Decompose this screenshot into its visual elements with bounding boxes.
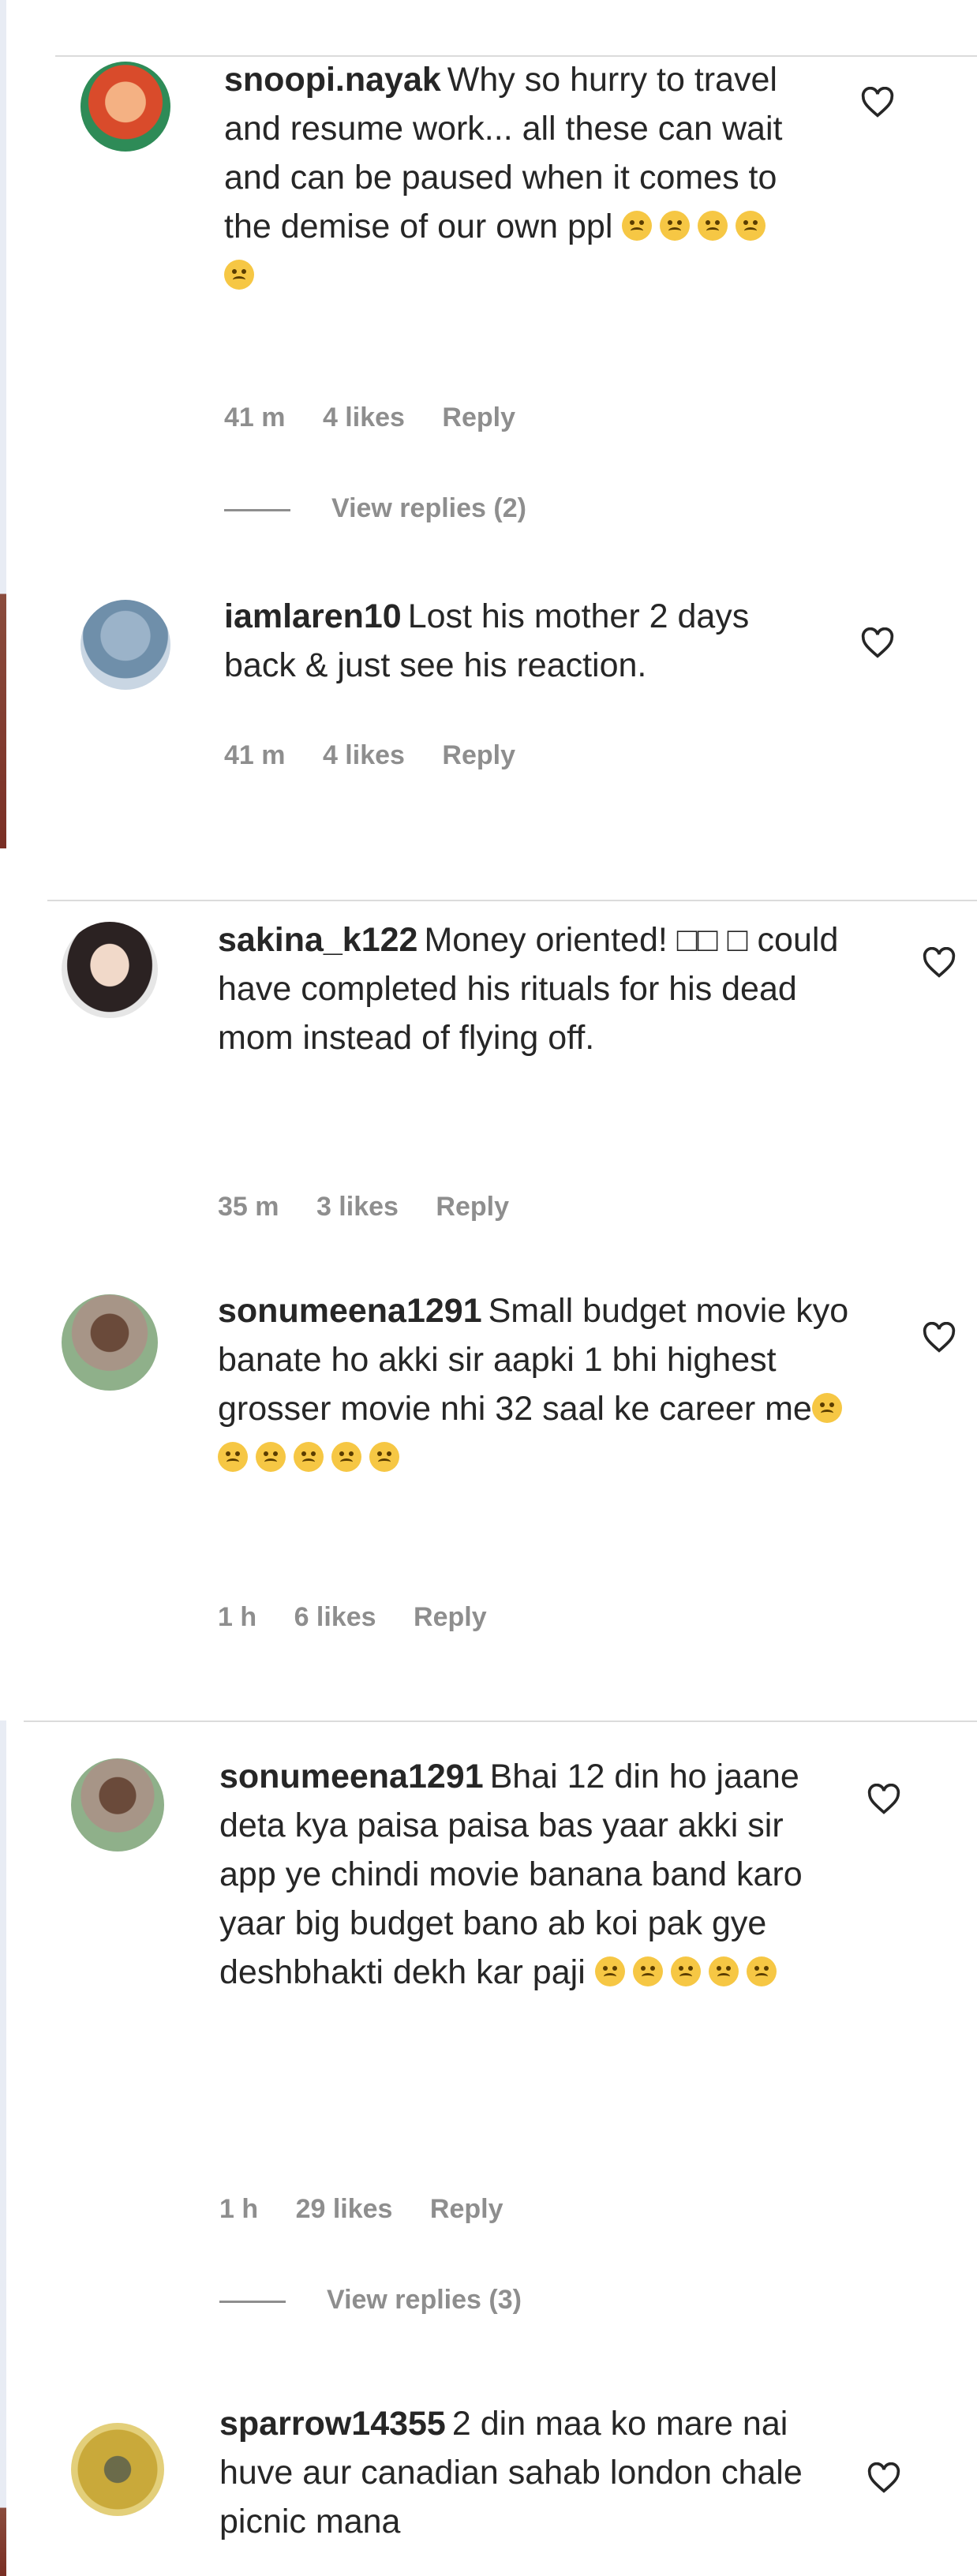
comment-meta: 1 h 29 likes Reply xyxy=(219,2194,533,2225)
sad-face-emoji-icon xyxy=(294,1442,324,1472)
sad-face-emoji-icon xyxy=(811,1393,842,1423)
reply-button[interactable]: Reply xyxy=(442,402,515,432)
comment-meta: 41 m 4 likes Reply xyxy=(224,740,545,771)
username-link[interactable]: sparrow14355 xyxy=(219,2405,446,2443)
sad-face-emoji-icon xyxy=(218,1442,248,1472)
reply-button[interactable]: Reply xyxy=(414,1602,487,1632)
heart-outline-icon[interactable] xyxy=(867,1784,901,1815)
comment-time: 35 m xyxy=(218,1192,279,1222)
comment-text: iamlaren10 Lost his mother 2 days back & … xyxy=(224,592,824,690)
comment-time: 1 h xyxy=(218,1602,257,1632)
sad-face-emoji-icon xyxy=(632,1956,663,1986)
sad-face-emoji-icon xyxy=(256,1442,286,1472)
emoji-group xyxy=(594,1953,784,1991)
like-count[interactable]: 3 likes xyxy=(316,1192,399,1222)
comment: sparrow14355 2 din maa ko mare nai huve a… xyxy=(0,2399,977,2576)
reply-button[interactable]: Reply xyxy=(430,2194,503,2224)
comment: snoopi.nayak Why so hurry to travel and r… xyxy=(0,55,977,568)
comment-time: 41 m xyxy=(224,740,286,770)
heart-outline-icon[interactable] xyxy=(922,947,956,979)
sad-face-emoji-icon xyxy=(594,1956,625,1986)
comment: iamlaren10 Lost his mother 2 days back & … xyxy=(0,592,977,797)
username-link[interactable]: sonumeena1291 xyxy=(218,1292,482,1330)
heart-outline-icon[interactable] xyxy=(867,2462,901,2494)
comment-text: sonumeena1291 Small budget movie kyo bana… xyxy=(218,1286,881,1482)
comment-meta: 35 m 3 likes Reply xyxy=(218,1192,539,1222)
avatar[interactable] xyxy=(71,2423,164,2516)
reply-button[interactable]: Reply xyxy=(436,1192,509,1222)
view-replies-button[interactable]: View replies (2) xyxy=(224,493,526,524)
view-replies-label: View replies (2) xyxy=(331,493,526,523)
view-replies-button[interactable]: View replies (3) xyxy=(219,2285,522,2316)
sad-face-emoji-icon xyxy=(622,211,653,241)
comment-meta: 41 m 4 likes Reply xyxy=(224,402,545,433)
sad-face-emoji-icon xyxy=(746,1956,777,1986)
comment-text: sakina_k122 Money oriented! □□ □ could ha… xyxy=(218,915,873,1062)
avatar[interactable] xyxy=(62,922,158,1018)
avatar[interactable] xyxy=(80,600,170,690)
avatar[interactable] xyxy=(62,1294,158,1391)
like-count[interactable]: 6 likes xyxy=(294,1602,376,1632)
username-link[interactable]: iamlaren10 xyxy=(224,597,402,635)
sad-face-emoji-icon xyxy=(670,1956,701,1986)
comments-panel-2: sakina_k122 Money oriented! □□ □ could ha… xyxy=(0,900,977,1689)
heart-outline-icon[interactable] xyxy=(922,1322,956,1354)
username-link[interactable]: sakina_k122 xyxy=(218,921,417,959)
avatar[interactable] xyxy=(80,62,170,152)
heart-outline-icon[interactable] xyxy=(860,87,895,118)
avatar[interactable] xyxy=(71,1758,164,1852)
comment: sakina_k122 Money oriented! □□ □ could ha… xyxy=(0,915,977,1326)
comment: sonumeena1291 Bhai 12 din ho jaane deta k… xyxy=(0,1752,977,2368)
divider xyxy=(47,900,977,901)
replies-line xyxy=(224,508,290,511)
heart-outline-icon[interactable] xyxy=(860,627,895,659)
reply-button[interactable]: Reply xyxy=(442,740,515,770)
like-count[interactable]: 4 likes xyxy=(323,740,405,770)
view-replies-label: View replies (3) xyxy=(327,2285,522,2315)
emoji-group xyxy=(218,1439,407,1477)
like-count[interactable]: 4 likes xyxy=(323,402,405,432)
comments-panel-1: snoopi.nayak Why so hurry to travel and r… xyxy=(0,0,977,848)
username-link[interactable]: snoopi.nayak xyxy=(224,61,441,99)
comment-text: sparrow14355 2 din maa ko mare nai huve a… xyxy=(219,2399,803,2546)
comment-meta: 1 h 6 likes Reply xyxy=(218,1602,517,1633)
sad-face-emoji-icon xyxy=(708,1956,739,1986)
comment-text: snoopi.nayak Why so hurry to travel and r… xyxy=(224,55,808,300)
replies-line xyxy=(219,2300,286,2303)
sad-face-emoji-icon xyxy=(369,1442,399,1472)
like-count[interactable]: 29 likes xyxy=(296,2194,393,2224)
comment-text: sonumeena1291 Bhai 12 din ho jaane deta k… xyxy=(219,1752,819,1997)
sad-face-emoji-icon xyxy=(736,211,766,241)
sad-face-emoji-icon xyxy=(331,1442,361,1472)
username-link[interactable]: sonumeena1291 xyxy=(219,1758,484,1795)
comment-time: 41 m xyxy=(224,402,286,432)
sad-face-emoji-icon xyxy=(660,211,691,241)
sad-face-emoji-icon xyxy=(698,211,728,241)
sad-face-emoji-icon xyxy=(224,260,254,290)
comments-panel-3: sonumeena1291 Bhai 12 din ho jaane deta k… xyxy=(0,1720,977,2576)
comment-time: 1 h xyxy=(219,2194,259,2224)
comment: sonumeena1291 Small budget movie kyo bana… xyxy=(0,1286,977,1657)
divider xyxy=(24,1720,977,1722)
